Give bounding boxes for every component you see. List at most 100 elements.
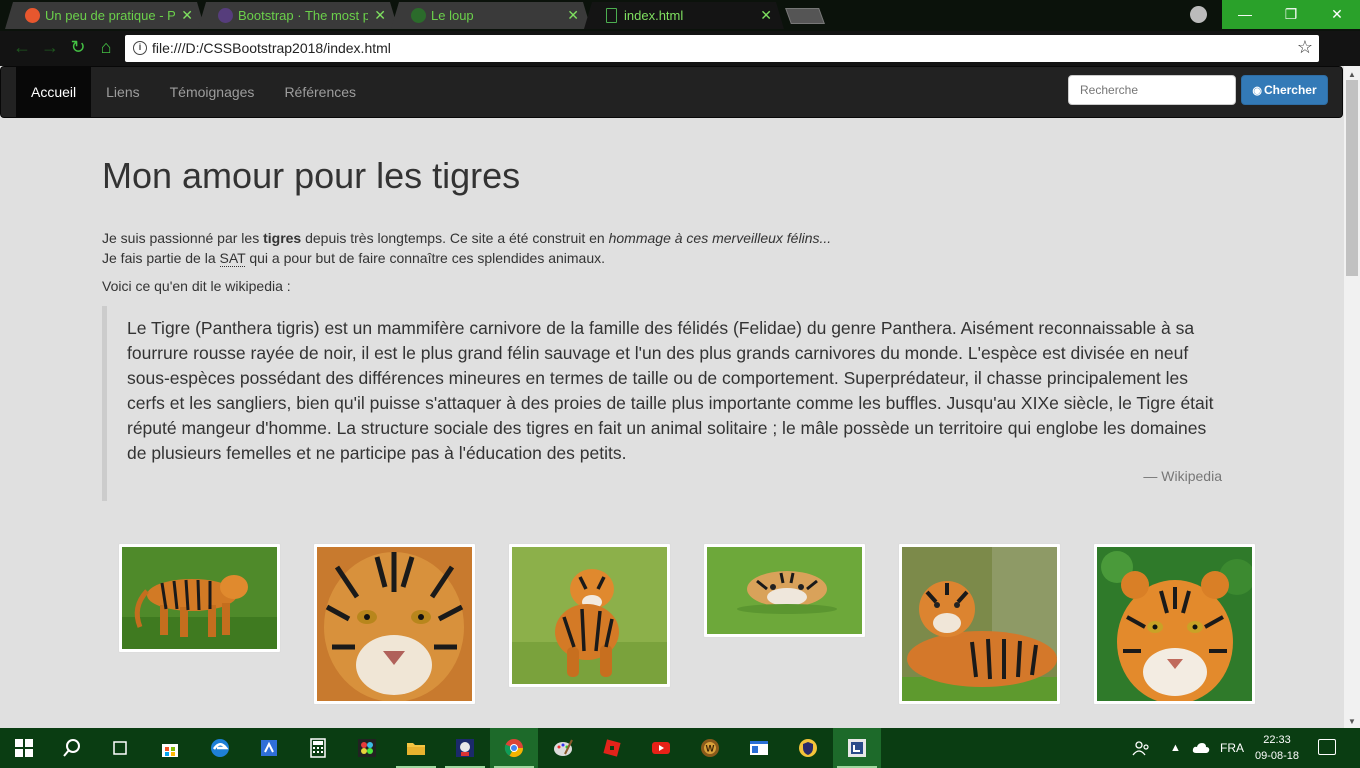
nav-item-liens[interactable]: Liens <box>91 67 154 117</box>
sat-abbreviation[interactable]: SAT <box>219 250 246 267</box>
intro-text: qui a pour but de faire connaître ces sp… <box>245 250 606 266</box>
tiger-portrait-image <box>1097 547 1252 701</box>
taskbar-store[interactable] <box>146 728 194 768</box>
chrome-icon <box>504 739 523 758</box>
search-icon <box>63 739 80 757</box>
app-window-icon <box>750 741 768 755</box>
tab-close-icon[interactable]: ✕ <box>760 2 772 29</box>
taskbar-app-window[interactable] <box>735 728 783 768</box>
svg-text:W: W <box>706 744 715 754</box>
browser-tab[interactable]: Le loup ✕ <box>391 2 591 29</box>
search-button[interactable] <box>48 728 96 768</box>
file-icon <box>606 8 617 23</box>
intro-bold: tigres <box>263 230 302 246</box>
tiger-running-image <box>512 547 667 684</box>
forward-arrow-icon[interactable]: → <box>40 37 60 57</box>
bookmark-star-icon[interactable]: ☆ <box>1297 37 1313 58</box>
taskbar-edge[interactable] <box>196 728 244 768</box>
search-input[interactable] <box>1068 75 1236 105</box>
profile-icon[interactable] <box>1190 6 1207 23</box>
tab-favicon-icon <box>25 8 40 23</box>
shield-icon <box>799 739 817 757</box>
clock-date: 09-08-18 <box>1254 750 1300 762</box>
wiki-intro: Voici ce qu'en dit le wikipedia : <box>102 278 291 294</box>
taskbar-vpn[interactable] <box>784 728 832 768</box>
address-bar[interactable]: i file:///D:/CSSBootstrap2018/index.html… <box>125 35 1319 62</box>
edge-icon <box>211 739 229 757</box>
people-icon[interactable] <box>1132 728 1150 768</box>
reload-icon[interactable]: ↻ <box>68 37 88 57</box>
paint-brush-icon <box>554 739 573 756</box>
tab-title: Le loup <box>431 8 474 23</box>
tray-chevron-icon[interactable]: ▲ <box>1170 728 1181 768</box>
browser-tabstrip: Un peu de pratique - Pre ✕ Bootstrap · T… <box>0 0 1360 31</box>
taskbar-paint[interactable] <box>539 728 587 768</box>
tiger-photo-portrait[interactable] <box>1093 543 1256 705</box>
tiger-face-image <box>317 547 472 701</box>
taskbar-paint-app[interactable] <box>343 728 391 768</box>
tiger-photo-standing[interactable] <box>118 543 281 653</box>
taskbar-calculator[interactable] <box>294 728 342 768</box>
roblox-icon <box>603 739 621 757</box>
mail-app-icon <box>456 739 474 757</box>
wikipedia-blockquote: Le Tigre (Panthera tigris) est un mammif… <box>102 306 1242 501</box>
cloud-icon <box>1192 743 1210 753</box>
nav-item-references[interactable]: Références <box>269 67 371 117</box>
windows-logo-icon <box>15 739 33 757</box>
tiger-photo-running[interactable] <box>508 543 671 688</box>
back-arrow-icon[interactable]: ← <box>12 37 32 57</box>
windows-taskbar: W ▲ FRA 22:33 09-08-18 <box>0 728 1360 768</box>
language-indicator[interactable]: FRA <box>1220 728 1244 768</box>
taskbar-installer[interactable] <box>245 728 293 768</box>
tiger-swimming-image <box>707 547 862 634</box>
scroll-down-icon[interactable]: ▼ <box>1348 717 1356 726</box>
task-view-button[interactable] <box>96 728 144 768</box>
info-icon[interactable]: i <box>133 41 147 55</box>
browser-tab-active[interactable]: index.html ✕ <box>584 2 784 29</box>
new-tab-button[interactable] <box>785 8 825 24</box>
home-icon[interactable]: ⌂ <box>96 37 116 57</box>
taskbar-roblox[interactable] <box>588 728 636 768</box>
notifications-icon[interactable] <box>1318 739 1336 755</box>
start-button[interactable] <box>0 728 48 768</box>
taskbar-code-editor[interactable] <box>833 728 881 768</box>
tab-title: Un peu de pratique - Pre <box>45 8 175 23</box>
search-button[interactable]: ◉ Chercher <box>1241 75 1328 105</box>
tiger-photo-swimming[interactable] <box>703 543 866 638</box>
site-navbar: Accueil Liens Témoignages Références ◉Ch… <box>0 66 1343 118</box>
tiger-photo-face-closeup[interactable] <box>313 543 476 705</box>
page-viewport: Accueil Liens Témoignages Références ◉Ch… <box>0 66 1344 728</box>
browser-tab[interactable]: Bootstrap · The most pop ✕ <box>198 2 398 29</box>
page-scrollbar[interactable]: ▲ ▼ <box>1344 66 1360 728</box>
tiger-photo-lying[interactable] <box>898 543 1061 705</box>
taskbar-mail-app[interactable] <box>441 728 489 768</box>
scrollbar-thumb[interactable] <box>1346 80 1358 276</box>
url-text[interactable]: file:///D:/CSSBootstrap2018/index.html <box>152 40 391 56</box>
taskbar-wow[interactable]: W <box>686 728 734 768</box>
taskbar-chrome[interactable] <box>490 728 538 768</box>
browser-toolbar: ← → ↻ ⌂ i file:///D:/CSSBootstrap2018/in… <box>0 31 1360 66</box>
taskbar-file-explorer[interactable] <box>392 728 440 768</box>
color-palette-icon <box>358 739 376 757</box>
onedrive-icon[interactable] <box>1192 728 1210 768</box>
tab-close-icon[interactable]: ✕ <box>181 2 193 29</box>
minimize-button[interactable]: — <box>1222 0 1268 29</box>
close-window-button[interactable]: ✕ <box>1314 0 1360 29</box>
browser-tab[interactable]: Un peu de pratique - Pre ✕ <box>5 2 205 29</box>
scroll-up-icon[interactable]: ▲ <box>1348 70 1356 79</box>
nav-item-temoignages[interactable]: Témoignages <box>155 67 270 117</box>
intro-paragraph: Je suis passionné par les tigres depuis … <box>102 228 831 268</box>
system-clock[interactable]: 22:33 09-08-18 <box>1252 732 1302 764</box>
taskbar-youtube[interactable] <box>637 728 685 768</box>
store-icon <box>162 744 178 757</box>
tab-close-icon[interactable]: ✕ <box>567 2 579 29</box>
quote-source: — Wikipedia <box>1143 468 1222 484</box>
code-editor-icon <box>848 739 866 757</box>
nav-item-accueil[interactable]: Accueil <box>16 67 92 117</box>
intro-italic: hommage à ces merveilleux félins... <box>608 230 832 246</box>
quote-text: Le Tigre (Panthera tigris) est un mammif… <box>127 318 1214 463</box>
youtube-icon <box>652 742 670 754</box>
maximize-button[interactable]: ❐ <box>1268 0 1314 29</box>
calculator-icon <box>310 738 326 758</box>
tab-close-icon[interactable]: ✕ <box>374 2 386 29</box>
